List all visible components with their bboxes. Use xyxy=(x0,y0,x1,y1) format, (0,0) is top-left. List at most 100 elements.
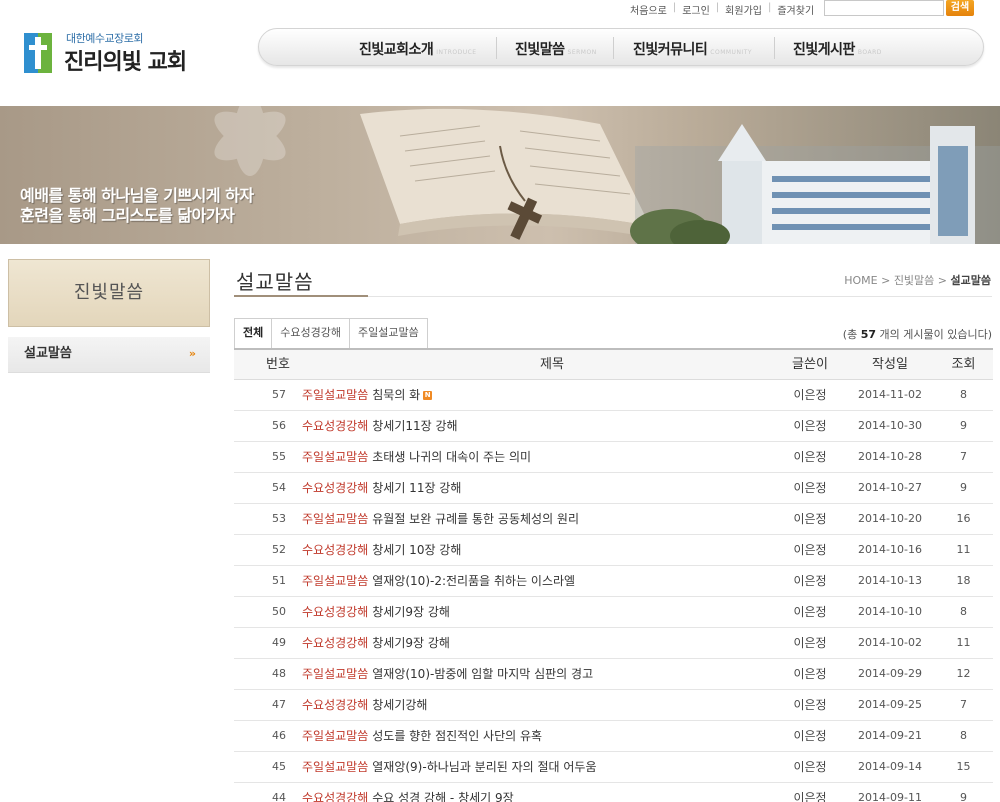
table-row[interactable]: 46 주일설교말씀 성도를 향한 점진적인 사단의 유혹 이은정 2014-09-21 8 xyxy=(234,721,993,752)
utility-links: 처음으로 | 로그인 | 회원가입 | 즐겨찾기 xyxy=(630,2,814,17)
row-title-cell[interactable]: 수요성경강해 수요 성경 강해 - 창세기 9장 xyxy=(302,783,782,802)
row-views: 15 xyxy=(956,760,971,773)
nav-label: 진빛교회소개 xyxy=(359,42,434,58)
row-title-cell[interactable]: 수요성경강해 창세기 10장 강해 xyxy=(302,535,782,565)
category-tabs: 전체 수요성경강해 주일설교말씀 xyxy=(234,318,428,348)
row-category[interactable]: 주일설교말씀 xyxy=(302,388,368,402)
row-category[interactable]: 수요성경강해 xyxy=(302,419,368,433)
row-views: 9 xyxy=(960,419,967,432)
row-title-cell[interactable]: 수요성경강해 창세기9장 강해 xyxy=(302,597,782,627)
table-row[interactable]: 57 주일설교말씀 침묵의 화 N 이은정 2014-11-02 8 xyxy=(234,380,993,411)
row-date: 2014-09-14 xyxy=(858,760,922,773)
row-title[interactable]: 창세기 10장 강해 xyxy=(372,543,461,557)
tab-wednesday-bible[interactable]: 수요성경강해 xyxy=(271,318,350,348)
table-header: 번호 제목 글쓴이 작성일 조회 xyxy=(234,348,993,380)
row-title-cell[interactable]: 주일설교말씀 성도를 향한 점진적인 사단의 유혹 xyxy=(302,721,782,751)
row-category[interactable]: 수요성경강해 xyxy=(302,543,368,557)
row-views: 7 xyxy=(960,698,967,711)
row-title-cell[interactable]: 수요성경강해 창세기강해 xyxy=(302,690,782,720)
nav-item-introduce[interactable]: 진빛교회소개 INTRODUCE xyxy=(359,39,477,59)
table-row[interactable]: 53 주일설교말씀 유월절 보완 규례를 통한 공동체성의 원리 이은정 2014-10… xyxy=(234,504,993,535)
util-link-home[interactable]: 처음으로 xyxy=(630,2,667,17)
row-title-cell[interactable]: 주일설교말씀 열재앙(10)-2:전리품을 취하는 이스라엘 xyxy=(302,566,782,596)
row-author: 이은정 xyxy=(793,667,827,681)
row-title[interactable]: 열재앙(10)-밤중에 임할 마지막 심판의 경고 xyxy=(372,667,593,681)
util-link-login[interactable]: 로그인 xyxy=(682,2,710,17)
row-category[interactable]: 주일설교말씀 xyxy=(302,574,368,588)
row-category[interactable]: 수요성경강해 xyxy=(302,791,368,802)
row-title-cell[interactable]: 주일설교말씀 열재앙(10)-밤중에 임할 마지막 심판의 경고 xyxy=(302,659,782,689)
sidebar-item-sermon[interactable]: 설교말씀 » xyxy=(8,337,210,373)
table-row[interactable]: 50 수요성경강해 창세기9장 강해 이은정 2014-10-10 8 xyxy=(234,597,993,628)
col-author: 글쓴이 xyxy=(792,357,828,372)
table-row[interactable]: 55 주일설교말씀 초태생 나귀의 대속이 주는 의미 이은정 2014-10-28 7 xyxy=(234,442,993,473)
row-title-cell[interactable]: 수요성경강해 창세기9장 강해 xyxy=(302,628,782,658)
nav-item-sermon[interactable]: 진빛말씀 SERMON xyxy=(515,39,597,59)
row-category[interactable]: 수요성경강해 xyxy=(302,605,368,619)
row-views: 9 xyxy=(960,481,967,494)
row-title[interactable]: 창세기강해 xyxy=(372,698,427,712)
row-category[interactable]: 수요성경강해 xyxy=(302,698,368,712)
nav-item-community[interactable]: 진빛커뮤니티 COMMUNITY xyxy=(633,39,752,59)
row-title[interactable]: 성도를 향한 점진적인 사단의 유혹 xyxy=(372,729,542,743)
row-category[interactable]: 수요성경강해 xyxy=(302,636,368,650)
table-row[interactable]: 54 수요성경강해 창세기 11장 강해 이은정 2014-10-27 9 xyxy=(234,473,993,504)
row-title-cell[interactable]: 수요성경강해 창세기 11장 강해 xyxy=(302,473,782,503)
row-views: 18 xyxy=(956,574,971,587)
breadcrumb-section[interactable]: 진빛말씀 xyxy=(894,274,934,287)
row-author: 이은정 xyxy=(793,760,827,774)
nav-divider xyxy=(496,37,497,59)
row-views: 11 xyxy=(956,636,971,649)
row-title-cell[interactable]: 주일설교말씀 열재앙(9)-하나님과 분리된 자의 절대 어두움 xyxy=(302,752,782,782)
row-category[interactable]: 주일설교말씀 xyxy=(302,512,368,526)
search-button[interactable]: 검색 xyxy=(946,0,974,16)
board-table: 번호 제목 글쓴이 작성일 조회 57 주일설교말씀 침묵의 화 N 이은정 2014-1… xyxy=(234,348,993,802)
row-title-cell[interactable]: 주일설교말씀 초태생 나귀의 대속이 주는 의미 xyxy=(302,442,782,472)
row-number: 51 xyxy=(272,574,286,587)
row-title[interactable]: 열재앙(10)-2:전리품을 취하는 이스라엘 xyxy=(372,574,575,588)
row-author: 이은정 xyxy=(793,543,827,557)
row-title[interactable]: 수요 성경 강해 - 창세기 9장 xyxy=(372,791,513,802)
row-title[interactable]: 유월절 보완 규례를 통한 공동체성의 원리 xyxy=(372,512,579,526)
breadcrumb-home[interactable]: HOME xyxy=(844,274,877,287)
row-title-cell[interactable]: 주일설교말씀 유월절 보완 규례를 통한 공동체성의 원리 xyxy=(302,504,782,534)
row-date: 2014-09-25 xyxy=(858,698,922,711)
row-title[interactable]: 열재앙(9)-하나님과 분리된 자의 절대 어두움 xyxy=(372,760,596,774)
tab-all[interactable]: 전체 xyxy=(234,318,273,348)
row-number: 45 xyxy=(272,760,286,773)
row-title-cell[interactable]: 주일설교말씀 침묵의 화N xyxy=(302,380,782,410)
table-row[interactable]: 47 수요성경강해 창세기강해 이은정 2014-09-25 7 xyxy=(234,690,993,721)
table-row[interactable]: 52 수요성경강해 창세기 10장 강해 이은정 2014-10-16 11 xyxy=(234,535,993,566)
table-row[interactable]: 44 수요성경강해 수요 성경 강해 - 창세기 9장 이은정 2014-09-11 9 xyxy=(234,783,993,802)
table-row[interactable]: 48 주일설교말씀 열재앙(10)-밤중에 임할 마지막 심판의 경고 이은정 2014… xyxy=(234,659,993,690)
row-author: 이은정 xyxy=(793,698,827,712)
row-category[interactable]: 주일설교말씀 xyxy=(302,450,368,464)
row-category[interactable]: 수요성경강해 xyxy=(302,481,368,495)
row-title[interactable]: 창세기11장 강해 xyxy=(372,419,457,433)
nav-sublabel: SERMON xyxy=(567,49,597,56)
row-title[interactable]: 창세기9장 강해 xyxy=(372,605,450,619)
util-link-signup[interactable]: 회원가입 xyxy=(725,2,762,17)
row-number: 47 xyxy=(272,698,286,711)
site-logo[interactable]: 대한예수교장로회 진리의빛 교회 xyxy=(24,30,224,76)
nav-item-board[interactable]: 진빛게시판 BOARD xyxy=(793,39,882,59)
row-category[interactable]: 주일설교말씀 xyxy=(302,667,368,681)
util-link-bookmark[interactable]: 즐겨찾기 xyxy=(777,2,814,17)
row-title[interactable]: 침묵의 화 xyxy=(372,388,420,402)
search-input[interactable] xyxy=(824,0,944,16)
banner-slogan-line: 훈련을 통해 그리스도를 닮아가자 xyxy=(20,206,235,225)
post-count-prefix: (총 xyxy=(842,328,858,341)
table-row[interactable]: 56 수요성경강해 창세기11장 강해 이은정 2014-10-30 9 xyxy=(234,411,993,442)
table-row[interactable]: 51 주일설교말씀 열재앙(10)-2:전리품을 취하는 이스라엘 이은정 2014-1… xyxy=(234,566,993,597)
row-category[interactable]: 주일설교말씀 xyxy=(302,729,368,743)
chevron-right-icon: » xyxy=(188,347,196,360)
table-row[interactable]: 49 수요성경강해 창세기9장 강해 이은정 2014-10-02 11 xyxy=(234,628,993,659)
row-title[interactable]: 창세기9장 강해 xyxy=(372,636,450,650)
row-title[interactable]: 초태생 나귀의 대속이 주는 의미 xyxy=(372,450,531,464)
row-category[interactable]: 주일설교말씀 xyxy=(302,760,368,774)
row-title[interactable]: 창세기 11장 강해 xyxy=(372,481,461,495)
row-title-cell[interactable]: 수요성경강해 창세기11장 강해 xyxy=(302,411,782,441)
table-row[interactable]: 45 주일설교말씀 열재앙(9)-하나님과 분리된 자의 절대 어두움 이은정 2014… xyxy=(234,752,993,783)
tab-sunday-sermon[interactable]: 주일설교말씀 xyxy=(348,318,428,348)
nav-label: 진빛말씀 xyxy=(515,42,565,58)
